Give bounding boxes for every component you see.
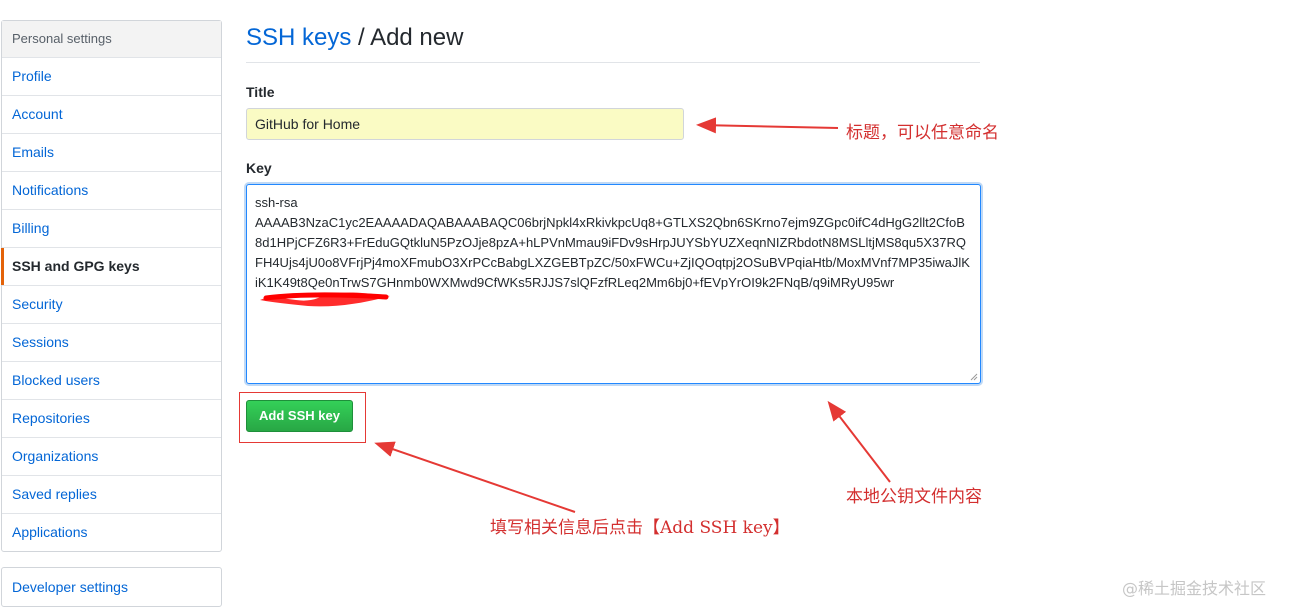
annotation-title-note: 标题，可以任意命名 bbox=[846, 123, 999, 143]
annotation-key-note: 本地公钥文件内容 bbox=[846, 487, 982, 507]
watermark: @稀土掘金技术社区 bbox=[1122, 579, 1267, 598]
arrow-to-button bbox=[374, 441, 576, 513]
annotation-button-note: 填写相关信息后点击【Add SSH key】 bbox=[490, 518, 790, 538]
arrow-to-key bbox=[827, 400, 891, 483]
arrow-to-title bbox=[696, 117, 839, 134]
